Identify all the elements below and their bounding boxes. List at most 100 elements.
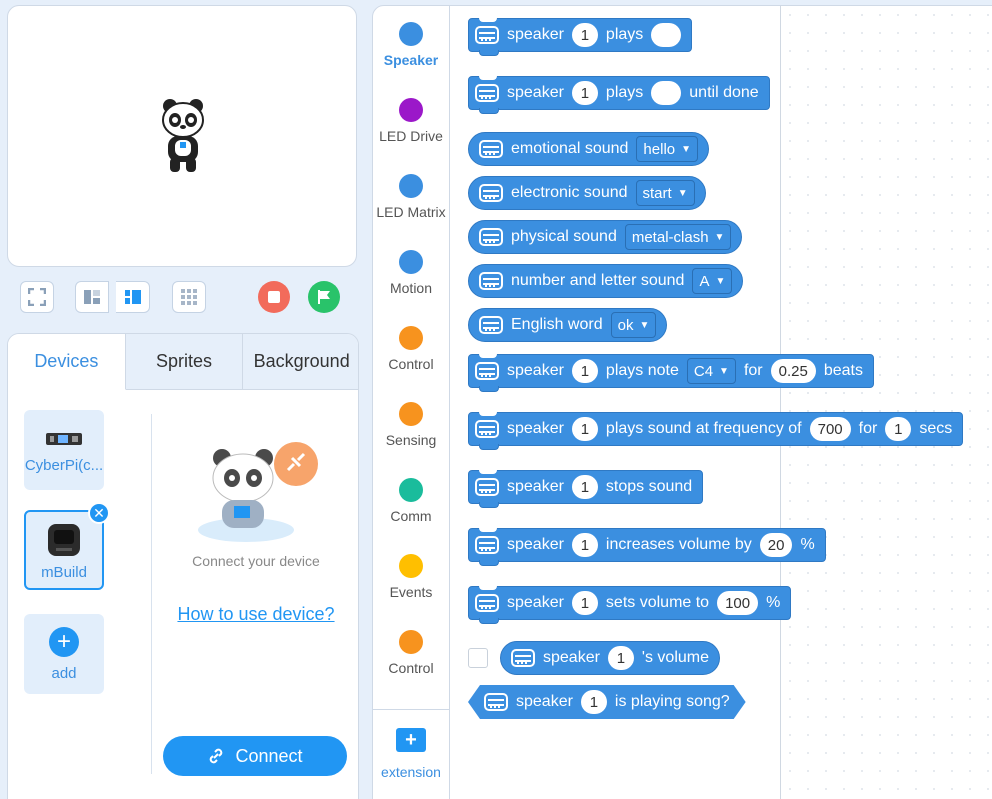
block-text: speaker [507,362,564,379]
speaker-module-icon [479,316,503,334]
category-events[interactable]: Events [373,538,449,614]
dropdown-value: metal-clash [631,228,709,246]
device-mbuild[interactable]: ✕ mBuild [24,502,110,590]
letter-sound-dropdown[interactable]: A ▼ [692,268,733,294]
block-speaker-volume-reporter[interactable]: speaker 1 's volume [500,641,720,675]
speaker-module-icon [475,420,499,438]
category-label: Control [388,660,434,676]
dropdown-value: hello [643,140,676,158]
block-speaker-set-volume[interactable]: speaker 1 sets volume to 100 % [468,586,792,624]
block-palette [450,5,780,799]
category-dot-icon [399,630,423,654]
block-speaker-increase-volume[interactable]: speaker 1 increases volume by 20 % [468,528,826,566]
category-comm[interactable]: Comm [373,462,449,538]
speaker-index-input[interactable]: 1 [571,533,598,557]
extension-button[interactable]: + extension [373,709,449,799]
block-physical-sound[interactable]: physical sound metal-clash ▼ [468,220,743,254]
speaker-index-input[interactable]: 1 [571,475,598,499]
category-control[interactable]: Control [373,310,449,386]
speaker-module-icon [475,536,499,554]
english-word-dropdown[interactable]: ok ▼ [610,312,657,338]
category-label: Sensing [385,432,437,448]
block-text: for [858,420,878,437]
block-english-word[interactable]: English word ok ▼ [468,308,668,342]
block-speaker-stops-sound[interactable]: speaker 1 stops sound [468,470,704,508]
category-led-matrix[interactable]: LED Matrix [373,158,449,234]
block-text: speaker [507,26,564,43]
speaker-module-icon [479,272,503,290]
category-control-2[interactable]: Control [373,614,449,690]
speaker-module-icon [475,478,499,496]
panda-connect-illustration [198,442,318,542]
speaker-index-input[interactable]: 1 [571,417,598,441]
device-label-cyberpi: CyberPi(c... [24,456,104,474]
panda-sprite[interactable] [158,96,208,176]
volume-input[interactable]: 100 [717,591,759,615]
category-label: Motion [389,280,433,296]
fullscreen-button[interactable] [20,281,54,313]
physical-sound-dropdown[interactable]: metal-clash ▼ [624,224,732,250]
category-speaker[interactable]: Speaker [373,6,449,82]
block-electronic-sound[interactable]: electronic sound start ▼ [468,176,706,210]
speaker-module-icon [479,184,503,202]
add-device-button[interactable]: + add [24,614,104,694]
block-speaker-plays[interactable]: speaker 1 plays [468,18,693,56]
speaker-index-input[interactable]: 1 [581,690,607,714]
block-speaker-playing-song[interactable]: speaker 1 is playing song? [468,685,746,719]
block-text: 's volume [641,649,709,666]
stop-button[interactable] [258,281,290,313]
chevron-down-icon: ▼ [677,187,688,199]
tab-sprites[interactable]: Sprites [126,334,244,389]
monitor-checkbox[interactable] [468,648,488,668]
speaker-index-input[interactable]: 1 [571,591,598,615]
category-led-drive[interactable]: LED Drive [373,82,449,158]
stage-canvas[interactable] [7,5,357,267]
large-stage-button[interactable] [116,281,150,313]
speaker-module-icon [475,594,499,612]
note-dropdown[interactable]: C4 ▼ [686,358,736,384]
category-label: Control [388,356,434,372]
block-speaker-plays-note[interactable]: speaker 1 plays note C4 ▼ for 0.25 beats [468,354,874,392]
speaker-index-input[interactable]: 1 [571,23,598,47]
electronic-sound-dropdown[interactable]: start ▼ [635,180,695,206]
tab-devices[interactable]: Devices [8,334,126,390]
emotional-sound-dropdown[interactable]: hello ▼ [636,136,699,162]
remove-device-icon[interactable]: ✕ [88,502,110,524]
block-text: sets volume to [605,594,710,611]
script-workspace[interactable] [780,5,992,799]
howto-link[interactable]: How to use device? [153,604,358,625]
block-number-letter-sound[interactable]: number and letter sound A ▼ [468,264,744,298]
seconds-input[interactable]: 1 [885,417,912,441]
grid-view-button[interactable] [172,281,206,313]
category-label: LED Drive [379,128,443,144]
block-speaker-plays-frequency[interactable]: speaker 1 plays sound at frequency of 70… [468,412,964,450]
speaker-module-icon [479,228,503,246]
category-sensing[interactable]: Sensing [373,386,449,462]
volume-step-input[interactable]: 20 [759,533,793,557]
sound-input[interactable] [651,81,682,105]
sound-input[interactable] [651,23,682,47]
extension-label: extension [381,764,441,780]
speaker-index-input[interactable]: 1 [571,359,598,383]
block-emotional-sound[interactable]: emotional sound hello ▼ [468,132,710,166]
frequency-input[interactable]: 700 [809,417,851,441]
block-text: English word [511,316,603,333]
dropdown-value: start [642,184,672,202]
small-stage-button[interactable] [75,281,109,313]
block-text: until done [689,84,759,101]
device-cyberpi[interactable]: CyberPi(c... [24,410,104,490]
speaker-index-input[interactable]: 1 [571,81,598,105]
chevron-down-icon: ▼ [714,231,725,243]
connect-button[interactable]: Connect [163,736,347,776]
go-button[interactable] [308,281,340,313]
block-text: beats [823,362,863,379]
beats-input[interactable]: 0.25 [770,359,816,383]
category-motion[interactable]: Motion [373,234,449,310]
connect-label: Connect [235,745,303,766]
grid-icon [181,289,197,305]
chevron-down-icon: ▼ [719,365,729,377]
speaker-index-input[interactable]: 1 [607,646,634,670]
device-panel: Devices Sprites Background CyberPi(c... … [7,333,359,799]
tab-background[interactable]: Background [243,334,358,389]
block-speaker-plays-until-done[interactable]: speaker 1 plays until done [468,76,770,114]
